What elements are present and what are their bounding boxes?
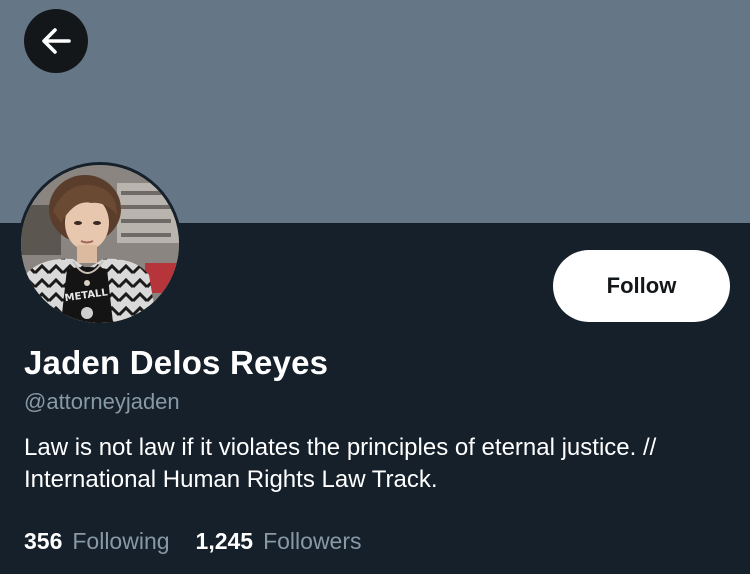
profile-page: METALL Follow Jaden Delos Reyes @attorne… (0, 0, 750, 574)
profile-handle: @attorneyjaden (24, 389, 180, 414)
following-label: Following (72, 528, 170, 554)
followers-stat[interactable]: 1,245 Followers (196, 528, 362, 555)
avatar-frame: METALL (18, 162, 182, 326)
arrow-left-icon (42, 28, 71, 54)
following-stat[interactable]: 356 Following (24, 528, 170, 555)
followers-label: Followers (263, 528, 362, 554)
following-count: 356 (24, 528, 63, 554)
avatar[interactable]: METALL (21, 165, 179, 323)
profile-bio: Law is not law if it violates the princi… (24, 434, 657, 493)
follow-button[interactable]: Follow (553, 250, 730, 322)
back-button[interactable] (24, 9, 88, 73)
display-name: Jaden Delos Reyes (24, 344, 329, 381)
followers-count: 1,245 (195, 528, 254, 554)
avatar-photo: METALL (21, 165, 179, 323)
profile-stats: 356 Following 1,245 Followers (24, 528, 388, 555)
